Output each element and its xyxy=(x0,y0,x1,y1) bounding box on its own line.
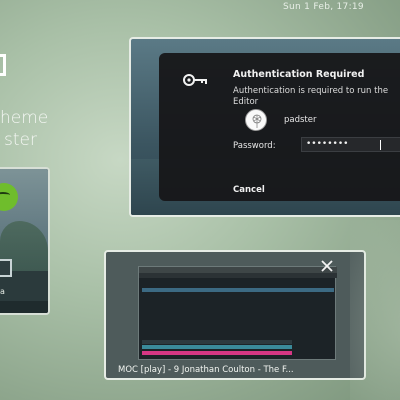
username-label: padster xyxy=(284,115,317,125)
terminal-menubar xyxy=(139,273,337,278)
auth-window-thumbnail[interactable]: Authentication Required Authentication i… xyxy=(129,37,400,217)
thumbnail-bar xyxy=(0,301,48,313)
left-app-text-line2: ster xyxy=(4,130,37,150)
dandelion-avatar-icon xyxy=(252,114,262,128)
left-app-window[interactable]: heme ster xyxy=(0,36,70,156)
password-field[interactable]: •••••••• xyxy=(301,137,400,152)
dialog-title: Authentication Required xyxy=(233,69,365,80)
left-window-thumbnail[interactable]: a xyxy=(0,167,50,315)
terminal-window-caption: MOC [play] - 9 Jonathan Coulton - The F.… xyxy=(118,365,294,375)
terminal-progress-bar xyxy=(142,351,292,355)
app-glyph-icon xyxy=(0,54,6,76)
background-glow xyxy=(350,220,400,400)
password-label: Password: xyxy=(233,141,276,151)
key-icon xyxy=(183,74,207,86)
terminal-window xyxy=(138,266,337,360)
dialog-description: Authentication is required to run the xyxy=(233,86,389,96)
terminal-status-line xyxy=(142,340,292,344)
close-icon[interactable] xyxy=(320,259,334,273)
terminal-content xyxy=(142,279,334,339)
monitor-icon xyxy=(0,259,12,277)
cancel-button[interactable]: Cancel xyxy=(233,185,265,195)
thumbnail-caption: a xyxy=(0,287,5,296)
terminal-info-line xyxy=(142,345,292,349)
dialog-description-line2: Editor xyxy=(233,97,259,107)
left-app-text-line1: heme xyxy=(0,108,49,128)
user-avatar xyxy=(245,109,267,131)
topbar-clock[interactable]: Sun 1 Feb, 17:19 xyxy=(283,2,364,12)
authentication-dialog: Authentication Required Authentication i… xyxy=(159,53,400,201)
